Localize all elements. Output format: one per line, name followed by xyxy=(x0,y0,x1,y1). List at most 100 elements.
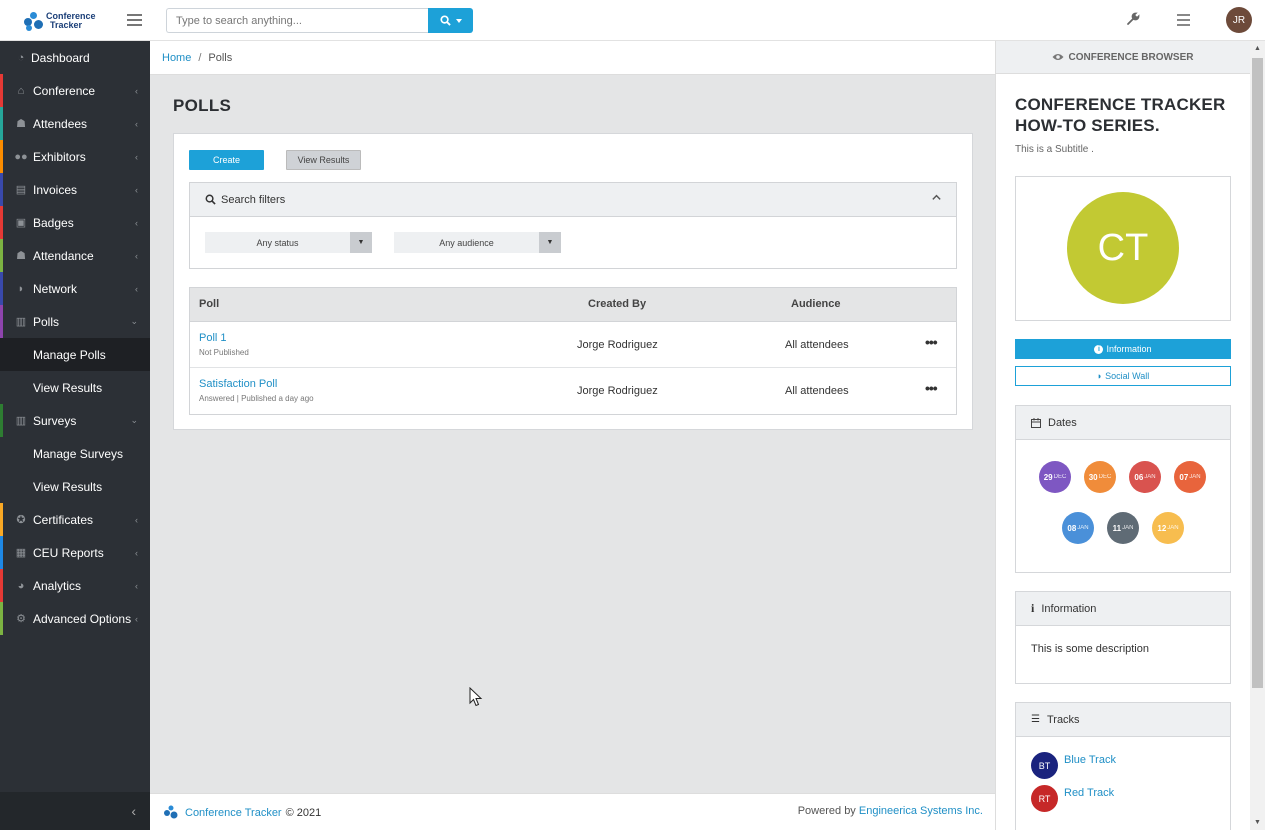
footer-company-link[interactable]: Engineerica Systems Inc. xyxy=(859,805,983,817)
scroll-up-icon[interactable]: ▲ xyxy=(1254,45,1261,52)
social-wall-button[interactable]: ◗ Social Wall xyxy=(1015,366,1231,386)
sidebar-subitem-manage-polls[interactable]: Manage Polls xyxy=(0,338,150,371)
sidebar-subitem-manage-surveys[interactable]: Manage Surveys xyxy=(0,437,150,470)
breadcrumb-current: Polls xyxy=(208,51,233,64)
search-input[interactable] xyxy=(166,8,428,33)
poll-name-link[interactable]: Poll 1 xyxy=(199,332,227,344)
sidebar-subitem-survey-results[interactable]: View Results xyxy=(0,470,150,503)
track-avatar: RT xyxy=(1031,785,1058,812)
sidebar-item-certificates[interactable]: ✪ Certificates ‹ xyxy=(0,503,150,536)
sidebar-item-exhibitors[interactable]: ●● Exhibitors ‹ xyxy=(0,140,150,173)
status-select[interactable]: Any status ▼ xyxy=(205,232,372,253)
sidebar-item-analytics[interactable]: ◕ Analytics ‹ xyxy=(0,569,150,602)
chevron-left-icon: ‹ xyxy=(131,803,136,819)
caret-down-icon xyxy=(455,18,462,23)
information-button[interactable]: i Information xyxy=(1015,339,1231,359)
chevron-left-icon: ‹ xyxy=(135,85,138,96)
menu-icon[interactable] xyxy=(1177,14,1190,26)
audience-select[interactable]: Any audience ▼ xyxy=(394,232,561,253)
caret-down-icon: ▼ xyxy=(350,232,372,253)
dates-box: Dates 29 DEC 30 DEC 06 JAN 07 JAN 08 JAN 11 JA… xyxy=(1015,405,1231,573)
date-chip[interactable]: 12 JAN xyxy=(1152,512,1184,544)
breadcrumb-home[interactable]: Home xyxy=(162,52,191,64)
search-icon xyxy=(439,15,451,26)
wrench-icon[interactable] xyxy=(1126,12,1142,28)
sidebar-item-attendees[interactable]: ☗ Attendees ‹ xyxy=(0,107,150,140)
chevron-up-icon xyxy=(932,194,941,200)
report-icon: ▦ xyxy=(15,547,27,559)
chevron-left-icon: ‹ xyxy=(135,547,138,558)
attendance-icon: ☗ xyxy=(16,250,26,262)
footer-brand-link[interactable]: Conference Tracker xyxy=(185,807,282,819)
view-results-button[interactable]: View Results xyxy=(286,150,361,170)
sidebar-item-dashboard[interactable]: ◔ Dashboard xyxy=(0,41,150,74)
column-header-created-by[interactable]: Created By xyxy=(588,298,646,310)
survey-icon: ▥ xyxy=(15,415,27,427)
main-content: Home / Polls POLLS Create View Results S… xyxy=(150,41,995,830)
sidebar-item-conference[interactable]: ⌂ Conference ‹ xyxy=(0,74,150,107)
dashboard-icon: ◔ xyxy=(17,51,25,64)
chevron-left-icon: ‹ xyxy=(135,250,138,261)
search-filters-header[interactable]: Search filters xyxy=(190,183,956,217)
attendee-icon: ☗ xyxy=(16,118,26,130)
sidebar-collapse-button[interactable]: ‹ xyxy=(0,792,150,830)
polls-table: Poll Created By Audience Poll 1 Not Publ… xyxy=(189,287,957,415)
top-bar: Conference Tracker JR xyxy=(0,0,1265,41)
date-chip[interactable]: 30 DEC xyxy=(1084,461,1116,493)
sidebar-item-attendance[interactable]: ☗ Attendance ‹ xyxy=(0,239,150,272)
table-header: Poll Created By Audience xyxy=(190,288,956,322)
tracks-header: ☰ Tracks xyxy=(1016,703,1230,737)
sidebar-item-ceu-reports[interactable]: ▦ CEU Reports ‹ xyxy=(0,536,150,569)
sidebar-item-invoices[interactable]: ▤ Invoices ‹ xyxy=(0,173,150,206)
track-item[interactable]: BT Blue Track xyxy=(1031,752,1116,779)
chevron-down-icon: ⌄ xyxy=(130,415,138,425)
table-row: Satisfaction Poll Answered | Published a… xyxy=(190,368,956,414)
search-button[interactable] xyxy=(428,8,473,33)
column-header-audience[interactable]: Audience xyxy=(791,298,841,310)
more-actions-icon[interactable]: ••• xyxy=(925,380,938,396)
conference-subtitle: This is a Subtitle . xyxy=(1015,144,1094,155)
footer: Conference Tracker © 2021 Powered by Eng… xyxy=(150,793,995,830)
sidebar-subitem-poll-results[interactable]: View Results xyxy=(0,371,150,404)
poll-name-link[interactable]: Satisfaction Poll xyxy=(199,378,277,390)
sidebar: ◔ Dashboard ⌂ Conference ‹ ☗ Attendees ‹… xyxy=(0,41,150,830)
sidebar-toggle-icon[interactable] xyxy=(127,14,142,26)
date-chip[interactable]: 06 JAN xyxy=(1129,461,1161,493)
conference-browser-header: CONFERENCE BROWSER xyxy=(996,41,1250,74)
sidebar-item-badges[interactable]: ▣ Badges ‹ xyxy=(0,206,150,239)
user-avatar[interactable]: JR xyxy=(1226,7,1252,33)
poll-audience: All attendees xyxy=(785,385,849,397)
chart-icon: ▥ xyxy=(15,316,27,328)
column-header-poll[interactable]: Poll xyxy=(199,298,219,310)
sidebar-item-network[interactable]: ◗ Network ‹ xyxy=(0,272,150,305)
tracks-box: ☰ Tracks BT Blue Track RT Red Track xyxy=(1015,702,1231,830)
sidebar-item-polls[interactable]: ▥ Polls ⌄ xyxy=(0,305,150,338)
sidebar-item-surveys[interactable]: ▥ Surveys ⌄ xyxy=(0,404,150,437)
right-panel-scrollbar[interactable]: ▲ ▼ xyxy=(1250,41,1265,830)
scroll-down-icon[interactable]: ▼ xyxy=(1254,819,1261,826)
sidebar-item-advanced-options[interactable]: ⚙ Advanced Options ‹ xyxy=(0,602,150,635)
information-description: This is some description xyxy=(1031,643,1149,655)
invoice-icon: ▤ xyxy=(15,184,27,196)
table-row: Poll 1 Not Published Jorge Rodriguez All… xyxy=(190,322,956,368)
track-name: Red Track xyxy=(1064,787,1115,799)
users-icon: ●● xyxy=(14,150,28,163)
date-chip[interactable]: 07 JAN xyxy=(1174,461,1206,493)
mouse-cursor-icon xyxy=(469,687,483,707)
date-chip[interactable]: 29 DEC xyxy=(1039,461,1071,493)
track-name: Blue Track xyxy=(1064,754,1116,766)
date-chip[interactable]: 11 JAN xyxy=(1107,512,1139,544)
create-button[interactable]: Create xyxy=(189,150,264,170)
page-title: POLLS xyxy=(173,96,232,115)
poll-status: Answered | Published a day ago xyxy=(199,394,314,403)
conference-logo-box: CT xyxy=(1015,176,1231,321)
scrollbar-thumb[interactable] xyxy=(1252,58,1263,688)
more-actions-icon[interactable]: ••• xyxy=(925,334,938,350)
calendar-icon xyxy=(1031,417,1041,428)
eye-icon xyxy=(1052,54,1064,60)
track-item[interactable]: RT Red Track xyxy=(1031,785,1114,812)
logo-text: Conference Tracker xyxy=(46,11,96,30)
dates-header: Dates xyxy=(1016,406,1230,440)
app-logo[interactable]: Conference Tracker xyxy=(22,8,102,34)
date-chip[interactable]: 08 JAN xyxy=(1062,512,1094,544)
